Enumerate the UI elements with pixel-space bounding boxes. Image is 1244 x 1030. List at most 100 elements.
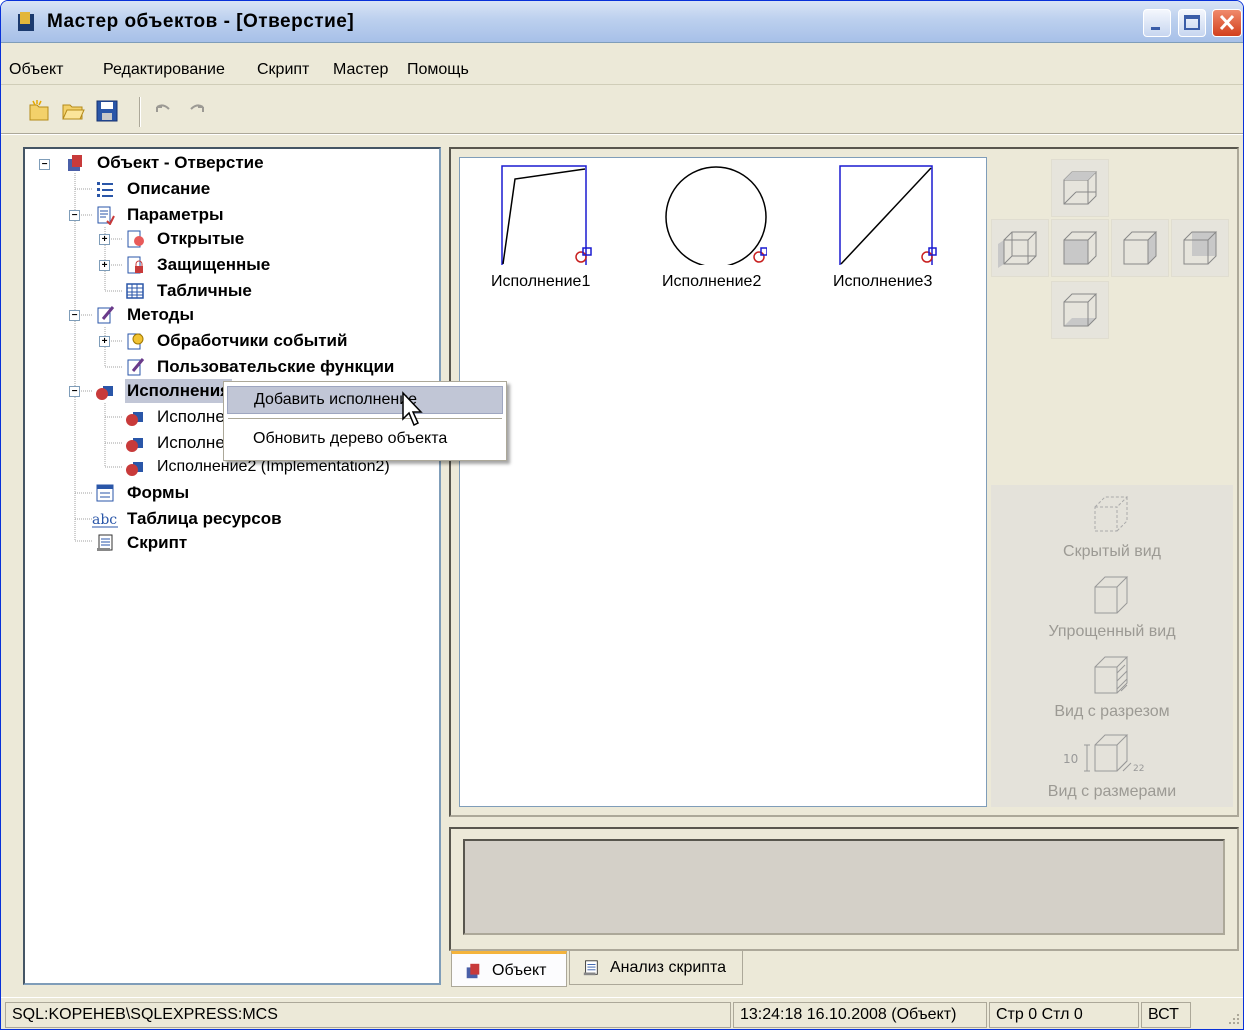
menu-edit[interactable]: Редактирование — [103, 61, 225, 79]
menu-help[interactable]: Помощь — [407, 61, 469, 79]
script-icon — [583, 960, 598, 976]
cube-left-icon — [998, 231, 1038, 268]
forms-icon — [96, 484, 114, 502]
tree-item-description[interactable]: Описание — [127, 177, 210, 201]
thumbnail-3[interactable] — [839, 165, 937, 265]
collapse-methods-toggle[interactable]: − — [69, 310, 80, 321]
menu-bar: Объект Редактирование Скрипт Мастер Помо… — [1, 57, 1243, 85]
thumbnail-label-1: Исполнение1 — [491, 273, 591, 290]
methods-icon — [97, 306, 115, 324]
tree-item-tabular[interactable]: Табличные — [157, 279, 252, 303]
collapse-root-toggle[interactable]: − — [39, 159, 50, 170]
cube-back-icon — [1183, 231, 1218, 265]
close-button[interactable] — [1212, 9, 1242, 37]
simplified-view-icon[interactable] — [1087, 573, 1137, 619]
section-view-icon[interactable] — [1087, 653, 1137, 699]
tab-script-analysis-label: Анализ скрипта — [610, 959, 727, 976]
context-menu-refresh-label: Обновить дерево объекта — [253, 430, 448, 447]
event-handlers-icon — [127, 333, 144, 350]
collapse-implementations-toggle[interactable]: − — [69, 386, 80, 397]
tree-item-parameters[interactable]: Параметры — [127, 203, 224, 227]
menu-object[interactable]: Объект — [9, 61, 63, 79]
tree-root[interactable]: Объект - Отверстие — [97, 151, 264, 175]
display-modes-panel: Скрытый вид Упрощенный вид Вид с разрезо… — [991, 485, 1233, 807]
toolbar — [15, 93, 219, 131]
tab-object[interactable]: Объект — [451, 951, 567, 987]
open-folder-icon[interactable] — [61, 99, 85, 123]
tree-item-resources[interactable]: Таблица ресурсов — [127, 507, 282, 531]
svg-text:10: 10 — [1063, 752, 1078, 766]
save-icon[interactable] — [95, 99, 119, 123]
cube-front-icon — [1063, 231, 1098, 265]
undo-icon[interactable] — [151, 99, 175, 123]
user-functions-icon — [127, 358, 145, 376]
collapse-parameters-toggle[interactable]: − — [69, 210, 80, 221]
dimensions-view-icon[interactable]: 10 22 — [1057, 731, 1167, 777]
svg-text:abc: abc — [92, 512, 117, 528]
expand-protected-toggle[interactable]: + — [99, 260, 110, 271]
minimize-button[interactable] — [1143, 9, 1171, 37]
status-mode: ВСТ — [1141, 1002, 1191, 1028]
tree-item-protected[interactable]: Защищенные — [157, 253, 270, 277]
cube-bottom-icon — [1063, 293, 1098, 327]
thumbnail-1[interactable] — [501, 165, 593, 265]
cube-top-icon — [1063, 171, 1098, 205]
view-left-button[interactable] — [991, 219, 1049, 277]
svg-text:22: 22 — [1133, 764, 1144, 774]
tree-item-event-handlers[interactable]: Обработчики событий — [157, 329, 347, 353]
tree-item-open[interactable]: Открытые — [157, 227, 244, 251]
resize-grip-icon[interactable] — [1223, 1010, 1241, 1028]
hidden-view-icon[interactable] — [1087, 491, 1137, 541]
implementation-icon — [126, 462, 143, 476]
object-tree[interactable]: − Объект - Отверстие Описание − Параметр… — [23, 147, 441, 985]
toolbar-divider — [1, 133, 1243, 135]
redo-icon[interactable] — [185, 99, 209, 123]
implementation-icon — [126, 412, 143, 426]
tree-item-implementations[interactable]: Исполнения — [125, 379, 233, 403]
expand-open-toggle[interactable]: + — [99, 234, 110, 245]
toolbar-separator — [139, 97, 141, 127]
abc-resources-icon: abc — [92, 512, 118, 528]
list-icon — [97, 182, 113, 197]
view-bottom-button[interactable] — [1051, 281, 1109, 339]
section-view-label[interactable]: Вид с разрезом — [991, 703, 1233, 721]
script-icon — [97, 534, 113, 551]
simplified-view-label[interactable]: Упрощенный вид — [991, 623, 1233, 641]
output-box[interactable] — [463, 839, 1225, 935]
thumbnail-2[interactable] — [665, 165, 767, 265]
status-connection: SQL:KOPEHEB\SQLEXPRESS:MCS — [5, 1002, 731, 1028]
thumbnail-label-2: Исполнение2 — [662, 273, 762, 290]
menu-wizard[interactable]: Мастер — [333, 61, 388, 79]
thumbnail-label-3: Исполнение3 — [833, 273, 933, 290]
object-icon — [68, 155, 82, 171]
context-menu-separator — [228, 418, 502, 419]
parameters-icon — [97, 206, 115, 225]
maximize-icon — [1184, 15, 1200, 30]
context-menu-add-implementation[interactable]: Добавить исполнение — [227, 386, 503, 414]
new-icon[interactable] — [27, 99, 51, 123]
view-right-button[interactable] — [1111, 219, 1169, 277]
context-menu-refresh-tree[interactable]: Обновить дерево объекта — [227, 426, 503, 454]
view-top-button[interactable] — [1051, 159, 1109, 217]
status-bar: SQL:KOPEHEB\SQLEXPRESS:MCS 13:24:18 16.1… — [1, 997, 1243, 1029]
status-position: Стр 0 Стл 0 — [989, 1002, 1139, 1028]
context-menu: Добавить исполнение Обновить дерево объе… — [223, 381, 507, 461]
cube-right-icon — [1123, 231, 1158, 265]
tree-item-script[interactable]: Скрипт — [127, 531, 187, 555]
dimensions-view-label[interactable]: Вид с размерами — [991, 783, 1233, 801]
tree-item-methods[interactable]: Методы — [127, 303, 194, 327]
open-params-icon — [127, 230, 144, 248]
tree-item-user-functions[interactable]: Пользовательские функции — [157, 355, 394, 379]
status-time: 13:24:18 16.10.2008 (Объект) — [733, 1002, 987, 1028]
expand-events-toggle[interactable]: + — [99, 336, 110, 347]
view-front-button[interactable] — [1051, 219, 1109, 277]
table-icon — [126, 283, 144, 299]
title-bar[interactable]: Мастер объектов - [Отверстие] — [1, 1, 1243, 43]
maximize-button[interactable] — [1178, 9, 1206, 37]
view-back-button[interactable] — [1171, 219, 1229, 277]
tab-script-analysis[interactable]: Анализ скрипта — [569, 951, 743, 985]
context-menu-add-label: Добавить исполнение — [254, 391, 418, 408]
menu-script[interactable]: Скрипт — [257, 61, 309, 79]
hidden-view-label[interactable]: Скрытый вид — [991, 543, 1233, 561]
tree-item-forms[interactable]: Формы — [127, 481, 189, 505]
